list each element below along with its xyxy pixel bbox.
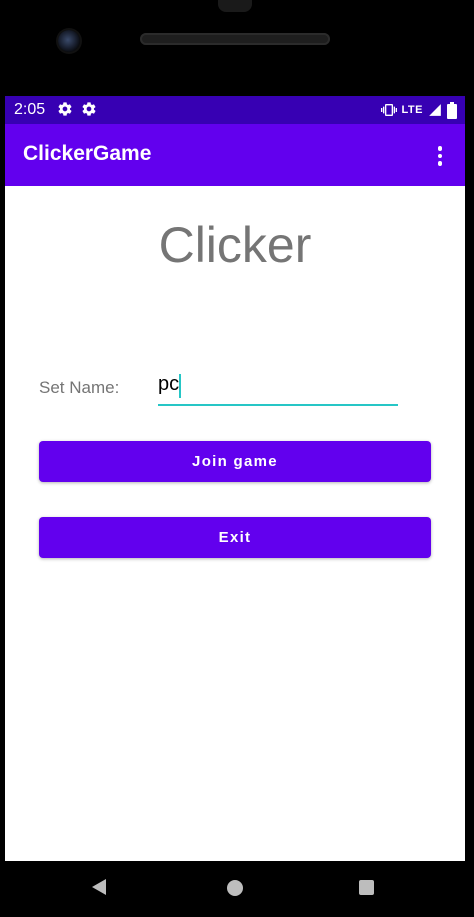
name-label: Set Name: bbox=[39, 378, 120, 397]
front-camera bbox=[58, 30, 80, 52]
navigation-bar bbox=[0, 861, 474, 917]
status-time: 2:05 bbox=[14, 101, 46, 118]
screen: 2:05 LTE ClickerGame Clicker Set Name: p… bbox=[5, 96, 465, 861]
name-field bbox=[158, 366, 398, 406]
back-icon[interactable] bbox=[92, 879, 106, 895]
signal-icon bbox=[429, 104, 441, 116]
earpiece-speaker bbox=[140, 33, 330, 45]
network-type: LTE bbox=[401, 104, 423, 116]
app-title: ClickerGame bbox=[23, 142, 152, 165]
device-frame: 2:05 LTE ClickerGame Clicker Set Name: p… bbox=[0, 0, 474, 917]
text-caret bbox=[179, 374, 181, 398]
more-vert-icon[interactable] bbox=[425, 141, 455, 171]
battery-icon bbox=[447, 101, 457, 119]
page-title: Clicker bbox=[158, 217, 312, 273]
home-icon[interactable] bbox=[227, 880, 243, 896]
name-input[interactable] bbox=[158, 366, 398, 402]
exit-button[interactable]: Exit bbox=[39, 517, 431, 558]
recents-icon[interactable] bbox=[359, 880, 374, 895]
settings-icon bbox=[58, 102, 72, 116]
status-icons: LTE bbox=[380, 101, 457, 119]
status-bar: 2:05 LTE bbox=[5, 96, 465, 124]
app-bar: ClickerGame bbox=[5, 124, 465, 186]
vibrate-icon bbox=[380, 104, 397, 116]
join-game-button[interactable]: Join game bbox=[39, 441, 431, 482]
settings-icon bbox=[82, 102, 96, 116]
top-notch bbox=[218, 0, 252, 12]
